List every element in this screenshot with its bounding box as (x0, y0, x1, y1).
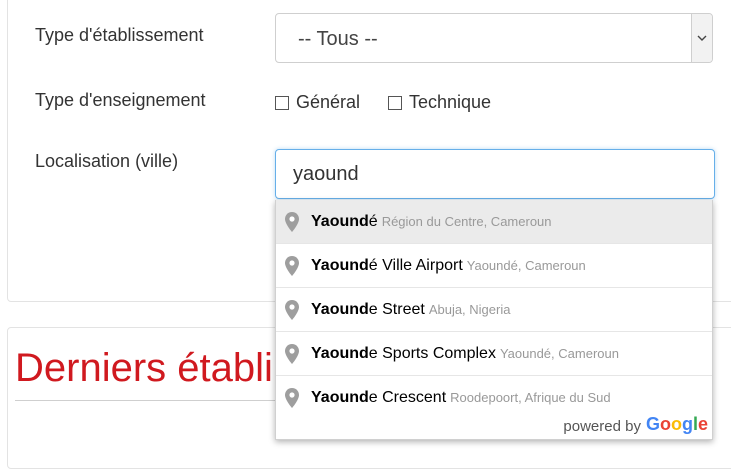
autocomplete-list: Yaoundé Région du Centre, Cameroun Yaoundé… (276, 200, 712, 419)
autocomplete-item-main: Yaounde Crescent (311, 389, 446, 407)
autocomplete-rest: e Crescent (368, 388, 447, 406)
autocomplete-item[interactable]: Yaoundé Région du Centre, Cameroun (276, 200, 712, 243)
google-logo-letter: e (697, 414, 708, 434)
type-etablissement-select[interactable]: -- Tous -- (275, 13, 713, 63)
map-pin-icon (285, 343, 299, 364)
autocomplete-item-secondary: Yaoundé, Cameroun (466, 258, 586, 273)
section-heading: Derniers établi (15, 346, 273, 390)
autocomplete-match: Yaound (311, 300, 369, 318)
localisation-input-value: yaound (293, 163, 359, 185)
autocomplete-item-main: Yaounde Street (311, 301, 425, 319)
autocomplete-rest: é (368, 212, 378, 230)
map-pin-icon (285, 299, 299, 320)
checkbox-technique-box[interactable] (388, 95, 402, 110)
powered-by-text: powered by (563, 418, 641, 435)
autocomplete-rest: é Ville Airport (368, 256, 463, 274)
checkbox-general[interactable]: Général (275, 92, 360, 113)
checkbox-general-label: Général (296, 92, 361, 112)
map-pin-icon (285, 387, 299, 408)
autocomplete-item[interactable]: Yaounde Street Abuja, Nigeria (276, 287, 712, 331)
google-logo: Google (646, 414, 708, 435)
autocomplete-item-main: Yaoundé Ville Airport (311, 257, 463, 275)
autocomplete-dropdown: Yaoundé Région du Centre, Cameroun Yaoundé… (275, 200, 713, 440)
checkbox-technique-label: Technique (409, 92, 492, 112)
checkbox-general-box[interactable] (275, 95, 289, 110)
autocomplete-item-secondary: Région du Centre, Cameroun (381, 214, 552, 229)
powered-by-google: powered by Google (563, 414, 708, 435)
google-logo-letter: o (659, 414, 671, 434)
chevron-down-icon[interactable] (691, 14, 712, 62)
autocomplete-item[interactable]: Yaounde Sports Complex Yaoundé, Cameroun (276, 331, 712, 375)
select-value: -- Tous -- (298, 28, 378, 50)
type-etablissement-label: Type d'établissement (35, 25, 204, 45)
localisation-input[interactable]: yaound (275, 149, 715, 199)
autocomplete-item[interactable]: Yaounde Crescent Roodepoort, Afrique du S… (276, 375, 712, 419)
autocomplete-item-secondary: Abuja, Nigeria (428, 302, 511, 317)
autocomplete-rest: e Sports Complex (368, 344, 496, 362)
map-pin-icon (285, 211, 299, 232)
autocomplete-match: Yaound (311, 344, 369, 362)
type-enseignement-label: Type d'enseignement (35, 90, 206, 110)
autocomplete-item-secondary: Yaoundé, Cameroun (499, 346, 619, 361)
autocomplete-item-secondary: Roodepoort, Afrique du Sud (450, 390, 611, 405)
autocomplete-match: Yaound (311, 388, 369, 406)
checkbox-technique[interactable]: Technique (388, 92, 491, 113)
google-logo-letter: G (645, 414, 660, 434)
autocomplete-item[interactable]: Yaoundé Ville Airport Yaoundé, Cameroun (276, 243, 712, 287)
google-logo-letter: g (681, 414, 693, 434)
autocomplete-item-main: Yaounde Sports Complex (311, 345, 496, 363)
autocomplete-match: Yaound (311, 256, 369, 274)
localisation-label: Localisation (ville) (35, 151, 179, 171)
autocomplete-item-main: Yaoundé (311, 213, 378, 231)
google-logo-letter: o (670, 414, 682, 434)
autocomplete-rest: e Street (368, 300, 425, 318)
map-pin-icon (285, 255, 299, 276)
autocomplete-match: Yaound (311, 212, 369, 230)
